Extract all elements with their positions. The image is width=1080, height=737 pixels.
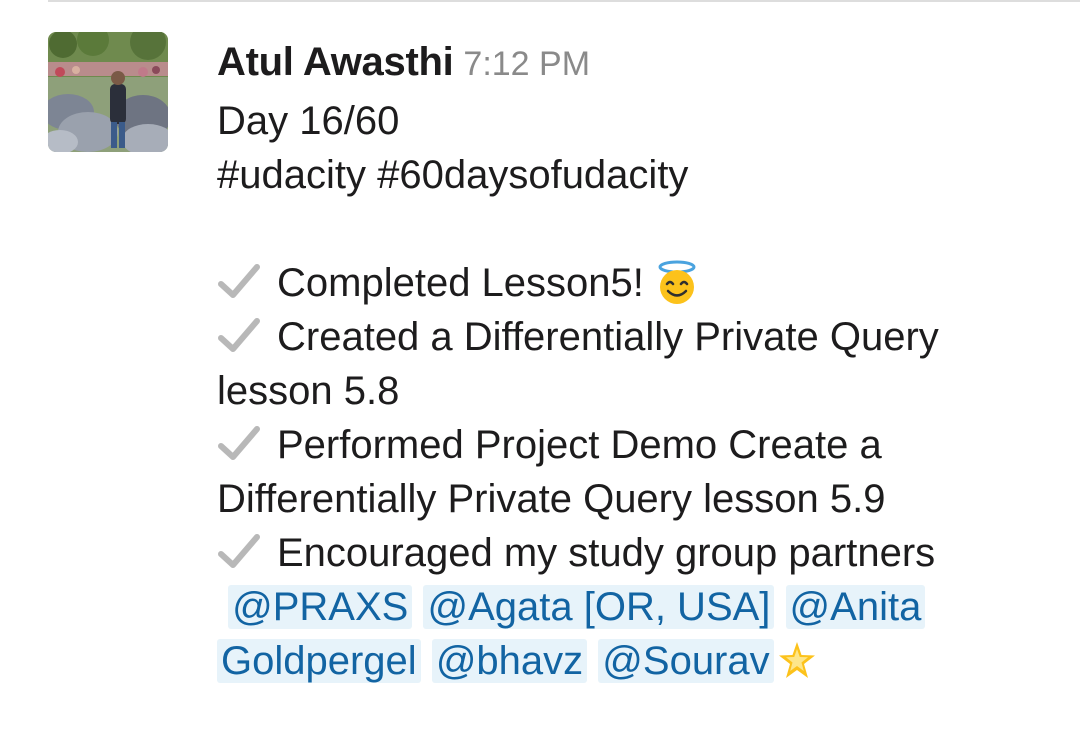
message-line-hashtags: #udacity #60daysofudacity: [217, 153, 689, 197]
checklist-item-3-text: Performed Project Demo Create a: [277, 423, 882, 467]
glowing-star-icon: [778, 642, 815, 678]
mention-praxs[interactable]: @PRAXS: [228, 585, 413, 629]
checklist-item-1-text: Completed Lesson5!: [277, 261, 644, 305]
avatar[interactable]: [48, 32, 168, 152]
checklist-item-3-continued: Differentially Private Query lesson 5.9: [217, 477, 886, 521]
checklist-item-2: Created a Differentially Private Query: [217, 310, 1047, 364]
chat-message: Atul Awasthi 7:12 PM Day 16/60 #udacity #…: [0, 0, 1080, 737]
check-mark-icon: [218, 534, 260, 568]
checklist-item-1: Completed Lesson5!: [217, 256, 1047, 310]
mention-agata[interactable]: @Agata [OR, USA]: [423, 585, 775, 629]
message-header: Atul Awasthi 7:12 PM: [217, 30, 1047, 94]
checklist-item-3: Performed Project Demo Create a: [217, 418, 1047, 472]
checklist-item-2-text: Created a Differentially Private Query: [277, 315, 939, 359]
sender-name[interactable]: Atul Awasthi: [217, 40, 454, 84]
mention-sourav[interactable]: @Sourav: [598, 639, 774, 683]
check-mark-icon: [218, 264, 260, 298]
check-mark-icon: [218, 318, 260, 352]
avatar-photo: [48, 32, 168, 152]
message-content: Atul Awasthi 7:12 PM Day 16/60 #udacity #…: [217, 30, 1047, 688]
checklist-item-4-text: Encouraged my study group partners: [277, 531, 936, 575]
mention-bhavz[interactable]: @bhavz: [431, 639, 588, 683]
mentions-line-2: Goldpergel @bhavz @Sourav: [217, 634, 1047, 688]
check-mark-icon: [218, 426, 260, 460]
checklist-item-2-continued: lesson 5.8: [217, 369, 400, 413]
message-line-day: Day 16/60: [217, 99, 400, 143]
checklist-item-4: Encouraged my study group partners: [217, 526, 1047, 580]
mention-anita[interactable]: @Anita: [785, 585, 926, 629]
smiling-face-with-halo-icon: [658, 260, 696, 304]
mention-anita-continued[interactable]: Goldpergel: [217, 639, 421, 683]
mentions-line-1: @PRAXS @Agata [OR, USA] @Anita: [217, 580, 1047, 634]
message-timestamp[interactable]: 7:12 PM: [463, 45, 590, 83]
